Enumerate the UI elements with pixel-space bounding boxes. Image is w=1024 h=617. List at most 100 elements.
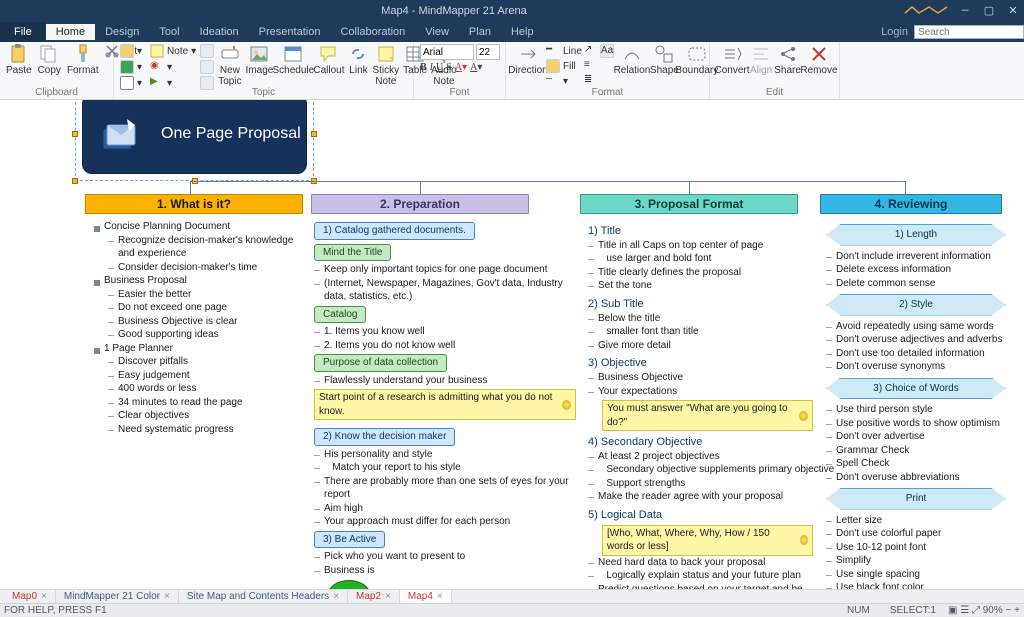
close-icon[interactable]: × bbox=[41, 591, 47, 602]
menu-ideation[interactable]: Ideation bbox=[190, 24, 249, 40]
font-size-combo[interactable] bbox=[476, 44, 500, 60]
col3-header[interactable]: 3. Proposal Format bbox=[580, 194, 798, 214]
menu-home[interactable]: Home bbox=[46, 24, 95, 40]
subhead[interactable]: 3) Be Active bbox=[314, 531, 385, 549]
newtopic-button[interactable]: New Topic bbox=[218, 44, 241, 87]
color-toggle[interactable]: ▾ bbox=[120, 60, 142, 74]
topic[interactable]: Concise Planning Document Recognize deci… bbox=[94, 220, 304, 274]
note-button[interactable]: Note ▾ bbox=[150, 44, 196, 58]
canvas[interactable]: One Page Proposal 1. What is it? 2. Prep… bbox=[12, 100, 1012, 589]
view-list-icon[interactable]: ☰ bbox=[960, 605, 969, 616]
callout-note[interactable]: [Who, What, Where, Why, How / 150 words … bbox=[602, 525, 813, 556]
circle-node[interactable]: Personal bbox=[328, 580, 370, 589]
search-input[interactable] bbox=[914, 25, 1024, 39]
highlight-button[interactable]: A▾ bbox=[470, 62, 482, 73]
view-mode-icon[interactable]: ▣ bbox=[948, 605, 957, 616]
col2-header[interactable]: 2. Preparation bbox=[311, 194, 529, 214]
strike-button[interactable]: S bbox=[446, 62, 452, 73]
line-button[interactable]: ━Line bbox=[546, 44, 582, 58]
doc-tab[interactable]: Map0× bbox=[4, 590, 56, 604]
minimize-button[interactable]: — bbox=[958, 5, 972, 17]
subhead[interactable]: 1) Title bbox=[588, 224, 813, 239]
align-button[interactable]: Align bbox=[750, 44, 772, 76]
doc-tab[interactable]: Site Map and Contents Headers× bbox=[179, 590, 348, 604]
subhead[interactable]: 2) Sub Title bbox=[588, 297, 813, 312]
relation-button[interactable]: Relation bbox=[616, 44, 648, 76]
bullet-toggle[interactable]: ▾ bbox=[120, 44, 142, 58]
hex-box[interactable]: 2) Style bbox=[826, 294, 1006, 316]
indent-button[interactable] bbox=[200, 60, 214, 74]
close-icon[interactable]: × bbox=[385, 591, 391, 602]
topic-box[interactable]: Purpose of data collection bbox=[314, 354, 447, 372]
callout-button[interactable]: Callout bbox=[313, 44, 344, 76]
fontcolor-button[interactable]: A▾ bbox=[455, 62, 467, 73]
more-button[interactable] bbox=[200, 44, 214, 58]
topic[interactable]: Business Proposal Easier the betterDo no… bbox=[94, 274, 304, 342]
topic-box[interactable]: Catalog bbox=[314, 306, 366, 324]
italic-button[interactable]: I bbox=[430, 62, 433, 73]
direction-button[interactable]: Direction bbox=[512, 44, 544, 76]
align-center[interactable]: ≡ bbox=[584, 59, 598, 73]
subhead[interactable]: 1) Catalog gathered documents. bbox=[314, 222, 475, 240]
dash-button[interactable]: ┄▾ bbox=[546, 74, 582, 88]
zoom-out-button[interactable]: − bbox=[1006, 605, 1012, 616]
paste-button[interactable]: Paste bbox=[6, 44, 32, 76]
convert-button[interactable]: Convert bbox=[716, 44, 748, 76]
hex-box[interactable]: 3) Choice of Words bbox=[826, 378, 1006, 400]
menu-design[interactable]: Design bbox=[95, 24, 149, 40]
close-icon[interactable]: × bbox=[333, 591, 339, 602]
subhead[interactable]: 4) Secondary Objective bbox=[588, 435, 813, 450]
aspect-button[interactable]: Aa bbox=[600, 44, 614, 58]
align-right[interactable]: ≣ bbox=[584, 74, 598, 88]
font-family-combo[interactable] bbox=[420, 44, 474, 60]
login-link[interactable]: Login bbox=[881, 26, 908, 38]
menu-help[interactable]: Help bbox=[501, 24, 544, 40]
col4-header[interactable]: 4. Reviewing bbox=[820, 194, 1002, 214]
format-painter-button[interactable]: Format bbox=[67, 44, 99, 76]
root-topic[interactable]: One Page Proposal bbox=[82, 100, 307, 174]
hex-box[interactable]: Print bbox=[826, 488, 1006, 510]
close-button[interactable]: ✕ bbox=[1006, 4, 1020, 18]
sticky-button[interactable]: Sticky Note bbox=[372, 44, 399, 87]
menu-plan[interactable]: Plan bbox=[459, 24, 501, 40]
menu-collaboration[interactable]: Collaboration bbox=[330, 24, 415, 40]
view-fit-icon[interactable]: ⤢ bbox=[972, 605, 980, 616]
col1-header[interactable]: 1. What is it? bbox=[85, 194, 303, 214]
menu-view[interactable]: View bbox=[415, 24, 459, 40]
remove-button[interactable]: Remove bbox=[803, 44, 835, 76]
bold-button[interactable]: B bbox=[420, 62, 427, 73]
schedule-button[interactable]: Schedule bbox=[277, 44, 309, 76]
zoom-in-button[interactable]: + bbox=[1014, 605, 1020, 616]
share-button[interactable]: Share bbox=[774, 44, 801, 76]
link-button[interactable]: Link bbox=[348, 44, 368, 76]
boundary-button[interactable]: Boundary bbox=[681, 44, 713, 76]
file-menu[interactable]: File bbox=[0, 22, 46, 42]
callout-note[interactable]: You must answer "What are you going to d… bbox=[602, 400, 813, 431]
brand-logo-icon bbox=[904, 5, 948, 17]
arrow-button[interactable]: ↗ bbox=[584, 44, 598, 58]
hex-box[interactable]: 1) Length bbox=[826, 224, 1006, 246]
underline-button[interactable]: U bbox=[436, 62, 443, 73]
subhead[interactable]: 2) Know the decision maker bbox=[314, 428, 455, 446]
menu-presentation[interactable]: Presentation bbox=[249, 24, 331, 40]
priority-button[interactable]: ◉▾ bbox=[150, 60, 196, 74]
doc-tab[interactable]: Map2× bbox=[348, 590, 400, 604]
topic[interactable]: 1 Page Planner Discover pitfallsEasy jud… bbox=[94, 342, 304, 437]
doc-tab-active[interactable]: Map4× bbox=[400, 590, 452, 604]
paste-icon bbox=[9, 44, 29, 64]
maximize-button[interactable]: ▢ bbox=[982, 4, 996, 18]
subhead[interactable]: 3) Objective bbox=[588, 356, 813, 371]
priority-icon: ◉ bbox=[150, 60, 164, 74]
copy-button[interactable]: Copy bbox=[38, 44, 61, 76]
subhead[interactable]: 5) Logical Data bbox=[588, 508, 813, 523]
close-icon[interactable]: × bbox=[164, 591, 170, 602]
topic-box[interactable]: Mind the Title bbox=[314, 244, 391, 262]
callout-note[interactable]: Start point of a research is admitting w… bbox=[314, 389, 576, 420]
menu-tool[interactable]: Tool bbox=[149, 24, 189, 40]
image-button[interactable]: Image bbox=[246, 44, 274, 76]
close-icon[interactable]: × bbox=[437, 591, 443, 602]
doc-tab[interactable]: MindMapper 21 Color× bbox=[56, 590, 179, 604]
boundary-icon bbox=[687, 44, 707, 64]
fill-button[interactable]: Fill bbox=[546, 59, 582, 73]
document-tabs: Map0× MindMapper 21 Color× Site Map and … bbox=[0, 589, 1024, 603]
